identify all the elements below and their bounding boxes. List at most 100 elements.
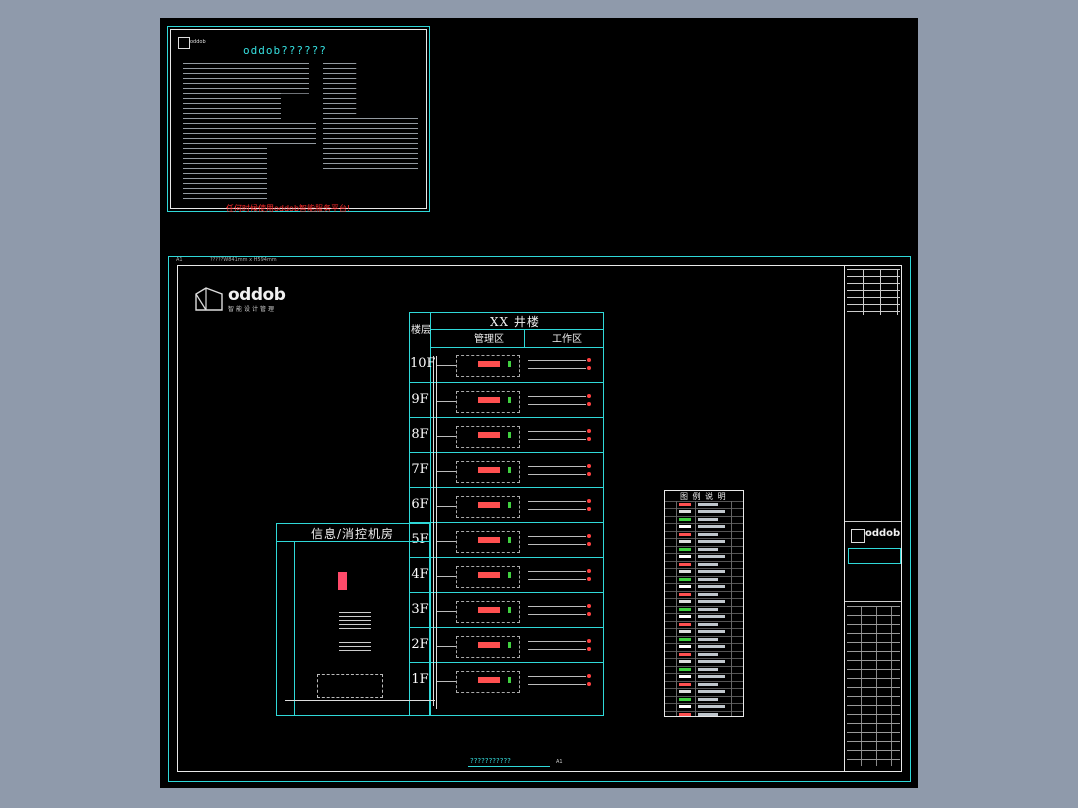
legend-symbol-icon — [679, 615, 691, 619]
information-outlet-icon — [587, 604, 591, 608]
notes-logo-icon — [178, 37, 190, 49]
patch-panel-icon — [478, 502, 500, 508]
work-area-cable — [528, 439, 586, 440]
information-outlet-icon — [587, 542, 591, 546]
work-area-cable — [528, 571, 586, 572]
legend-symbol-icon — [679, 532, 691, 536]
legend-symbol-icon — [679, 592, 691, 596]
patch-panel-icon — [478, 432, 500, 438]
equipment-block-b — [339, 642, 371, 654]
machine-room-divider — [294, 541, 295, 715]
information-outlet-icon — [587, 402, 591, 406]
riser-table: XX 井楼 楼层 管理区 工作区 10F 9F 8F 7F 6F 5F 4F 3F 2F 1F — [409, 312, 604, 716]
work-area-cable — [528, 544, 586, 545]
legend-description-mark — [698, 675, 725, 679]
legend-description-mark — [698, 697, 718, 701]
legend-description-mark — [698, 592, 718, 596]
floor-feed-line — [437, 576, 456, 577]
floor-feed-line — [437, 541, 456, 542]
legend-description-mark — [698, 652, 718, 656]
floor-label: 9F — [411, 392, 429, 407]
floor-feed-line — [437, 611, 456, 612]
title-block-project-box — [848, 548, 901, 564]
information-outlet-icon — [587, 577, 591, 581]
work-area-cable — [528, 606, 586, 607]
information-outlet-icon — [587, 639, 591, 643]
floor-feed-line — [437, 436, 456, 437]
floor-column-header: 楼层 — [411, 325, 431, 336]
floor-label: 10F — [410, 356, 436, 371]
legend-symbol-icon — [679, 577, 691, 581]
title-block-brand: oddob — [865, 528, 901, 539]
work-area-cable — [528, 368, 586, 369]
notes-panel: oddob oddob?????? 任何时候使用oddob智能服务平台! — [167, 26, 430, 213]
legend-symbol-icon — [679, 697, 691, 701]
legend-description-mark — [698, 615, 725, 619]
switch-icon — [508, 677, 511, 683]
legend-description-mark — [698, 532, 718, 536]
floor-feed-line — [437, 471, 456, 472]
legend-description-mark — [698, 690, 725, 694]
work-area-cable — [528, 474, 586, 475]
legend-symbol-icon — [679, 540, 691, 544]
floor-row: 1F — [410, 662, 603, 698]
title-block-info-grid — [847, 606, 900, 766]
legend-description-mark — [698, 607, 718, 611]
machine-room: 信息/消控机房 — [276, 523, 435, 716]
information-outlet-icon — [587, 647, 591, 651]
work-area-cable — [528, 676, 586, 677]
sheet-size-label: A1 — [176, 257, 183, 263]
legend-table: 图 例 说 明 — [664, 490, 744, 717]
title-block-logo-icon — [851, 529, 865, 543]
zone-header-management: 管理区 — [474, 334, 504, 345]
legend-description-mark — [698, 645, 725, 649]
information-outlet-icon — [587, 358, 591, 362]
legend-description-mark — [698, 510, 725, 514]
work-area-cable — [528, 614, 586, 615]
legend-description-mark — [698, 622, 718, 626]
legend-description-mark — [698, 630, 725, 634]
switch-icon — [508, 502, 511, 508]
work-area-cable — [528, 509, 586, 510]
equipment-block-a — [339, 612, 371, 630]
legend-description-mark — [698, 540, 725, 544]
floor-row: 9F — [410, 382, 603, 418]
legend-symbol-icon — [679, 660, 691, 664]
legend-symbol-icon — [679, 690, 691, 694]
legend-description-mark — [698, 705, 725, 709]
work-area-cable — [528, 649, 586, 650]
work-area-cable — [528, 684, 586, 685]
information-outlet-icon — [587, 437, 591, 441]
floor-feed-line — [437, 681, 456, 682]
information-outlet-icon — [587, 534, 591, 538]
floor-label: 8F — [411, 427, 429, 442]
notes-footer-note: 任何时候使用oddob智能服务平台! — [226, 204, 351, 213]
revision-grid — [847, 269, 900, 315]
legend-symbol-icon — [679, 547, 691, 551]
floor-feed-line — [437, 646, 456, 647]
zone-divider — [524, 329, 525, 347]
work-area-cable — [528, 536, 586, 537]
work-area-cable — [528, 404, 586, 405]
legend-symbol-icon — [679, 675, 691, 679]
legend-col-3 — [731, 501, 732, 716]
legend-symbol-icon — [679, 645, 691, 649]
legend-symbol-icon — [679, 585, 691, 589]
floor-row: 3F — [410, 592, 603, 628]
machine-room-title: 信息/消控机房 — [311, 527, 395, 541]
legend-description-mark — [698, 547, 718, 551]
floor-row: 6F — [410, 487, 603, 523]
patch-panel-icon — [478, 677, 500, 683]
legend-symbol-icon — [679, 705, 691, 709]
legend-symbol-icon — [679, 525, 691, 529]
switch-icon — [508, 467, 511, 473]
information-outlet-icon — [587, 569, 591, 573]
work-area-cable — [528, 466, 586, 467]
core-switch-group — [317, 674, 383, 698]
legend-symbol-icon — [679, 637, 691, 641]
legend-symbol-icon — [679, 503, 691, 506]
sheet-bottom-caption: ??????????? — [470, 757, 511, 765]
legend-description-mark — [698, 570, 725, 574]
information-outlet-icon — [587, 499, 591, 503]
floor-rows: 10F 9F 8F 7F 6F 5F 4F 3F 2F 1F — [410, 347, 603, 715]
